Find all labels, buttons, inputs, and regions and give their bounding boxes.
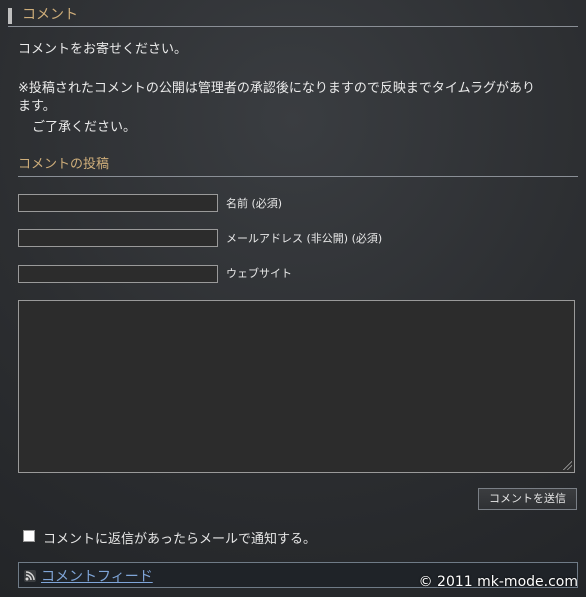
comments-section-header: コメント <box>8 6 578 27</box>
copyright-text: © 2011 mk-mode.com <box>418 574 578 590</box>
submit-comment-button[interactable]: コメントを送信 <box>478 488 577 510</box>
comment-textarea[interactable] <box>18 300 575 473</box>
website-input[interactable] <box>18 265 218 283</box>
heading-divider <box>18 176 578 177</box>
intro-text-1: コメントをお寄せください。 <box>18 42 188 57</box>
section-title: コメント <box>22 7 78 23</box>
website-label: ウェブサイト <box>226 267 292 280</box>
intro-text-3: ます。 <box>18 99 56 114</box>
rss-icon <box>24 570 36 582</box>
resize-grip-icon[interactable] <box>563 461 572 470</box>
intro-text-4: ご了承ください。 <box>32 120 137 135</box>
comment-form-heading: コメントの投稿 <box>18 157 110 172</box>
header-accent-bar <box>8 8 12 24</box>
name-label: 名前 (必須) <box>226 197 283 210</box>
notify-label: コメントに返信があったらメールで通知する。 <box>43 532 317 547</box>
name-input[interactable] <box>18 194 218 212</box>
email-label: メールアドレス (非公開) (必須) <box>226 232 383 245</box>
email-input[interactable] <box>18 229 218 247</box>
notify-checkbox[interactable] <box>23 530 35 542</box>
comment-feed-link[interactable]: コメントフィード <box>41 566 153 586</box>
intro-text-2: ※投稿されたコメントの公開は管理者の承認後になりますので反映までタイムラグがあり <box>18 81 535 96</box>
